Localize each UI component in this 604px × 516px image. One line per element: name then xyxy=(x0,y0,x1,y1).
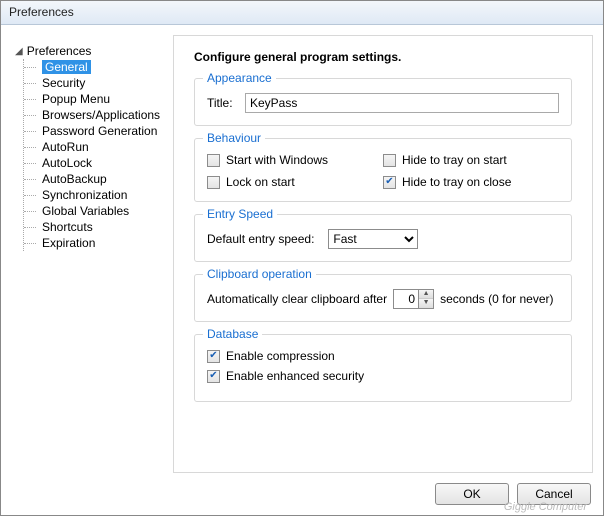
tree-item-label: Browsers/Applications xyxy=(42,108,160,122)
tree-item-autorun[interactable]: AutoRun xyxy=(24,139,165,155)
tree-item-label: Global Variables xyxy=(42,204,129,218)
clipboard-group: Clipboard operation Automatically clear … xyxy=(194,274,572,322)
checkbox-label: Enable enhanced security xyxy=(226,369,364,383)
tree-item-label: General xyxy=(42,60,91,74)
tree-item-label: AutoBackup xyxy=(42,172,107,186)
checkbox-label: Hide to tray on close xyxy=(402,175,511,189)
database-group: Database Enable compression Enable enhan… xyxy=(194,334,572,402)
checkbox-label: Hide to tray on start xyxy=(402,153,507,167)
tree-item-general[interactable]: General xyxy=(24,59,165,75)
clipboard-legend: Clipboard operation xyxy=(203,267,316,281)
preferences-window: Preferences ◢ Preferences General Securit… xyxy=(0,0,604,516)
tree-item-shortcuts[interactable]: Shortcuts xyxy=(24,219,165,235)
tree-item-label: Security xyxy=(42,76,85,90)
tree-item-label: Expiration xyxy=(42,236,95,250)
clipboard-seconds-input[interactable] xyxy=(394,290,418,308)
spinner-buttons: ▲ ▼ xyxy=(418,290,433,308)
collapse-arrow-icon[interactable]: ◢ xyxy=(15,46,23,57)
settings-panel: Configure general program settings. Appe… xyxy=(173,35,593,473)
tree-item-popup-menu[interactable]: Popup Menu xyxy=(24,91,165,107)
lock-on-start-checkbox[interactable]: Lock on start xyxy=(207,175,383,189)
tree-item-label: Synchronization xyxy=(42,188,127,202)
page-heading: Configure general program settings. xyxy=(194,50,572,64)
hide-tray-close-checkbox[interactable]: Hide to tray on close xyxy=(383,175,559,189)
dialog-footer: OK Cancel Giggle Computer xyxy=(1,477,603,515)
behaviour-group: Behaviour Start with Windows Hide to tra… xyxy=(194,138,572,202)
entry-speed-label: Default entry speed: xyxy=(207,232,314,246)
enable-enhanced-security-checkbox[interactable]: Enable enhanced security xyxy=(207,369,559,383)
content-area: ◢ Preferences General Security Popup Menu B… xyxy=(1,25,603,477)
tree-item-autobackup[interactable]: AutoBackup xyxy=(24,171,165,187)
window-title: Preferences xyxy=(1,1,603,25)
tree-item-security[interactable]: Security xyxy=(24,75,165,91)
hide-tray-start-checkbox[interactable]: Hide to tray on start xyxy=(383,153,559,167)
entry-speed-group: Entry Speed Default entry speed: Fast xyxy=(194,214,572,262)
entry-speed-select[interactable]: Fast xyxy=(328,229,418,249)
spinner-down-icon[interactable]: ▼ xyxy=(419,299,433,308)
tree-item-label: Password Generation xyxy=(42,124,157,138)
appearance-legend: Appearance xyxy=(203,71,276,85)
tree-item-label: AutoLock xyxy=(42,156,92,170)
tree-root-label: Preferences xyxy=(27,44,92,58)
watermark-text: Giggle Computer xyxy=(504,501,587,513)
tree-children: General Security Popup Menu Browsers/Applic… xyxy=(23,59,165,251)
checkbox-icon xyxy=(207,154,220,167)
behaviour-legend: Behaviour xyxy=(203,131,265,145)
entry-speed-legend: Entry Speed xyxy=(203,207,277,221)
checkbox-label: Enable compression xyxy=(226,349,335,363)
tree-item-label: Popup Menu xyxy=(42,92,110,106)
title-label: Title: xyxy=(207,96,237,110)
nav-tree: ◢ Preferences General Security Popup Menu B… xyxy=(7,35,165,473)
checkbox-icon xyxy=(207,176,220,189)
ok-button[interactable]: OK xyxy=(435,483,509,505)
database-legend: Database xyxy=(203,327,262,341)
clipboard-prefix: Automatically clear clipboard after xyxy=(207,292,387,306)
tree-item-synchronization[interactable]: Synchronization xyxy=(24,187,165,203)
appearance-group: Appearance Title: xyxy=(194,78,572,126)
tree-item-expiration[interactable]: Expiration xyxy=(24,235,165,251)
tree-item-label: Shortcuts xyxy=(42,220,93,234)
tree-item-global-variables[interactable]: Global Variables xyxy=(24,203,165,219)
tree-item-browsers-applications[interactable]: Browsers/Applications xyxy=(24,107,165,123)
start-with-windows-checkbox[interactable]: Start with Windows xyxy=(207,153,383,167)
clipboard-seconds-spinner[interactable]: ▲ ▼ xyxy=(393,289,434,309)
clipboard-suffix: seconds (0 for never) xyxy=(440,292,553,306)
checkbox-label: Lock on start xyxy=(226,175,295,189)
checkbox-icon xyxy=(383,154,396,167)
checkbox-label: Start with Windows xyxy=(226,153,328,167)
checkbox-icon xyxy=(207,370,220,383)
checkbox-icon xyxy=(383,176,396,189)
tree-item-autolock[interactable]: AutoLock xyxy=(24,155,165,171)
enable-compression-checkbox[interactable]: Enable compression xyxy=(207,349,559,363)
title-input[interactable] xyxy=(245,93,559,113)
checkbox-icon xyxy=(207,350,220,363)
tree-item-password-generation[interactable]: Password Generation xyxy=(24,123,165,139)
spinner-up-icon[interactable]: ▲ xyxy=(419,290,433,299)
tree-root[interactable]: ◢ Preferences xyxy=(15,43,165,59)
tree-item-label: AutoRun xyxy=(42,140,89,154)
